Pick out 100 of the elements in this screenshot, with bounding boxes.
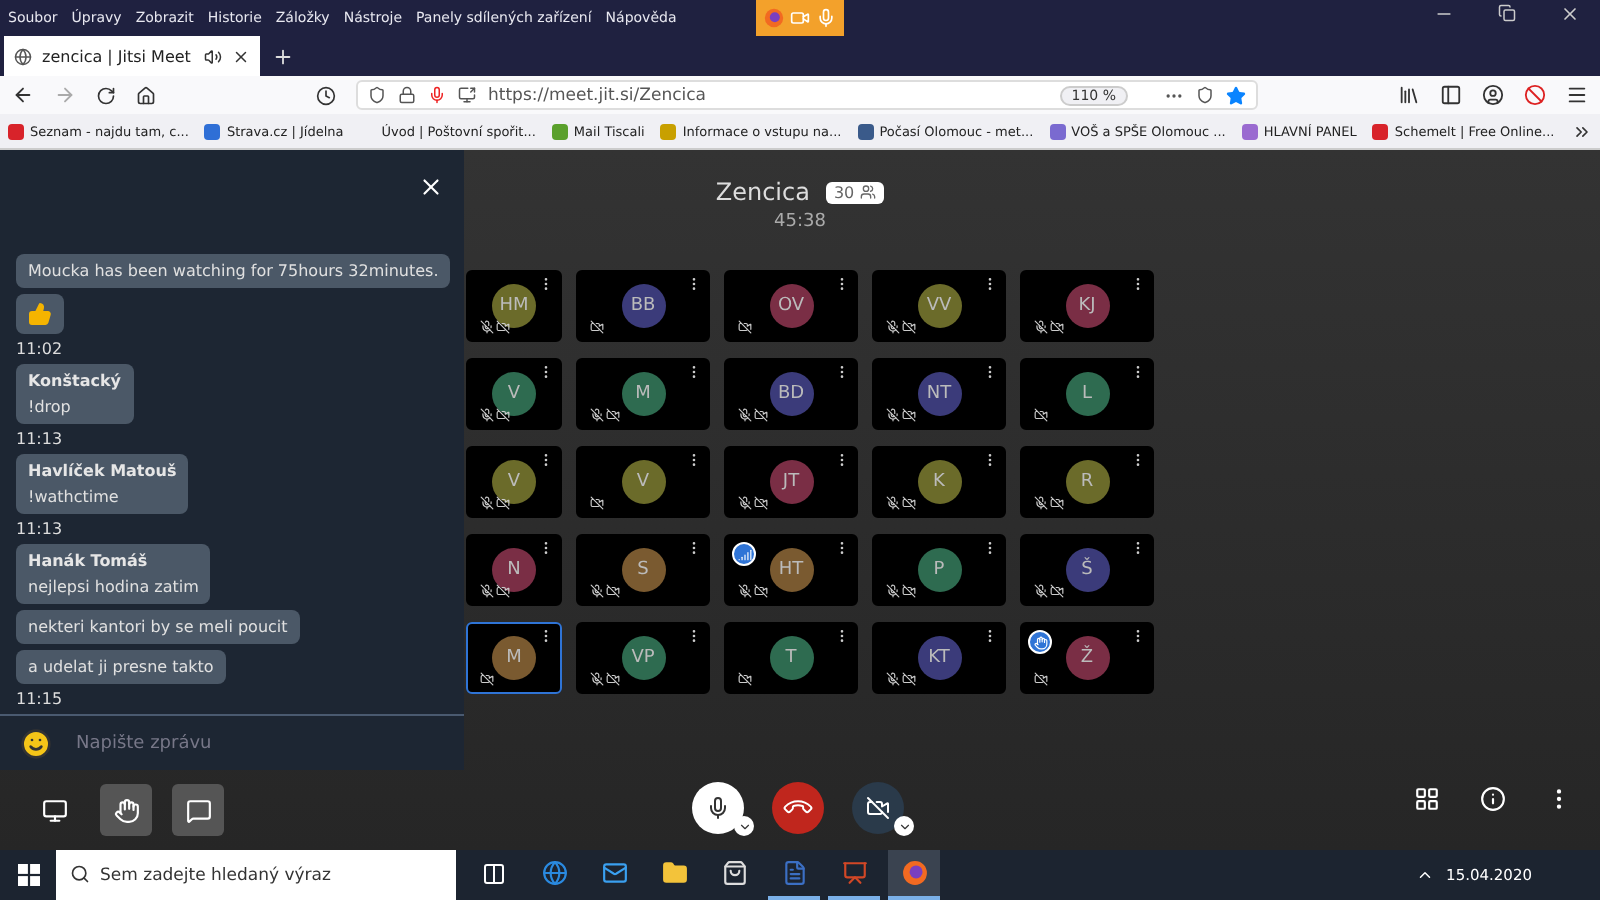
camera-off-icon (754, 584, 768, 598)
video-tile[interactable]: V (576, 446, 710, 518)
message-input[interactable]: Napište zprávu (72, 731, 444, 755)
shopping-bag-icon (721, 860, 747, 886)
close-icon (1560, 4, 1580, 24)
video-tile[interactable]: VP (576, 622, 710, 694)
avatar: R (1065, 460, 1109, 504)
microphone-icon (428, 86, 446, 104)
camera-off-icon (496, 408, 510, 422)
avatar: BB (621, 284, 665, 328)
avatar: VV (917, 284, 961, 328)
avatar: KJ (1065, 284, 1109, 328)
browser-icon (764, 8, 785, 28)
video-tile[interactable]: BD (724, 358, 858, 430)
grid-icon (1414, 786, 1440, 812)
avatar: HT (769, 548, 813, 592)
message-time: 11:15 (16, 690, 63, 708)
home-icon (136, 85, 156, 105)
camera-off-icon (480, 672, 494, 686)
sharing-indicator[interactable] (756, 0, 844, 36)
block-icon (1524, 84, 1546, 106)
message-text: !drop (28, 398, 73, 416)
video-tile[interactable]: VV (872, 270, 1006, 342)
video-tile[interactable]: V (466, 446, 562, 518)
video-tile[interactable]: S (576, 534, 710, 606)
browser-tab[interactable]: zencica | Jitsi Meet (4, 36, 260, 76)
camera-off-icon (1050, 496, 1064, 510)
video-tile[interactable]: BB (576, 270, 710, 342)
windows-icon (17, 864, 39, 886)
microphone-button[interactable] (692, 782, 744, 834)
call-timer: 45:38 (774, 212, 826, 232)
speaker-icon[interactable] (204, 47, 222, 65)
shield-icon (368, 86, 386, 104)
sender-name: Hanák Tomáš (28, 552, 150, 570)
globe-icon (541, 860, 567, 886)
avatar: NT (917, 372, 961, 416)
taskbar-search-field[interactable]: Sem zadejte hledaný výraz (56, 850, 456, 900)
conference-title: Zencica (715, 178, 810, 206)
camera-off-icon (606, 672, 620, 686)
clock-icon (316, 85, 336, 105)
close-icon (418, 174, 444, 200)
new-tab-button[interactable] (272, 45, 294, 67)
avatar: N (492, 548, 536, 592)
avatar: BD (769, 372, 813, 416)
camera-off-icon (902, 496, 916, 510)
tile-view-button[interactable] (1414, 786, 1440, 812)
back-icon (12, 84, 34, 106)
camera-off-icon (590, 496, 604, 510)
video-tile[interactable]: KJ (1020, 270, 1154, 342)
camera-off-icon (496, 584, 510, 598)
microphone-icon (815, 8, 836, 28)
close-icon (232, 47, 250, 65)
forward-icon (54, 84, 76, 106)
bookmark-star-icon[interactable] (1226, 85, 1246, 105)
video-tile[interactable]: Š (1020, 534, 1154, 606)
camera-off-icon (606, 408, 620, 422)
video-tile[interactable]: HM (466, 270, 562, 342)
avatar: P (917, 548, 961, 592)
avatar: L (1065, 372, 1109, 416)
microphone-icon (706, 796, 730, 820)
video-tile[interactable]: L (1020, 358, 1154, 430)
video-tile[interactable]: KT (872, 622, 1006, 694)
camera-off-icon (902, 408, 916, 422)
avatar: T (769, 636, 813, 680)
participant-count[interactable]: 30 (825, 181, 885, 203)
chat-button[interactable] (172, 784, 224, 836)
thumbs-up-icon (28, 302, 52, 326)
video-tile[interactable]: V (466, 358, 562, 430)
chevrons-icon (1572, 121, 1592, 141)
sender-name: Konštacký (28, 372, 122, 390)
avatar: M (492, 636, 536, 680)
camera-off-icon (590, 320, 604, 334)
video-tile[interactable]: NT (872, 358, 1006, 430)
smiley-icon (20, 727, 52, 759)
video-tile[interactable]: R (1020, 446, 1154, 518)
avatar: M (621, 372, 665, 416)
video-tile[interactable]: JT (724, 446, 858, 518)
video-tile[interactable]: OV (724, 270, 858, 342)
hand-icon (113, 797, 139, 823)
camera-off-icon (1050, 584, 1064, 598)
video-tile[interactable]: Ž (1020, 622, 1154, 694)
camera-button[interactable] (852, 782, 904, 834)
info-button[interactable] (1480, 786, 1506, 812)
video-tile[interactable]: K (872, 446, 1006, 518)
account-icon (1482, 84, 1504, 106)
video-tile[interactable]: M (466, 622, 562, 694)
caret-icon[interactable] (894, 816, 914, 836)
raise-hand-button[interactable] (100, 784, 152, 836)
video-tile[interactable]: HT (724, 534, 858, 606)
avatar: V (621, 460, 665, 504)
hang-up-button[interactable] (772, 782, 824, 834)
video-tile[interactable]: M (576, 358, 710, 430)
video-tile[interactable]: N (466, 534, 562, 606)
video-tile[interactable]: T (724, 622, 858, 694)
avatar: V (492, 460, 536, 504)
camera-off-icon (754, 496, 768, 510)
info-icon (1480, 786, 1506, 812)
folder-icon (661, 860, 687, 886)
video-tile[interactable]: P (872, 534, 1006, 606)
caret-icon[interactable] (734, 816, 754, 836)
